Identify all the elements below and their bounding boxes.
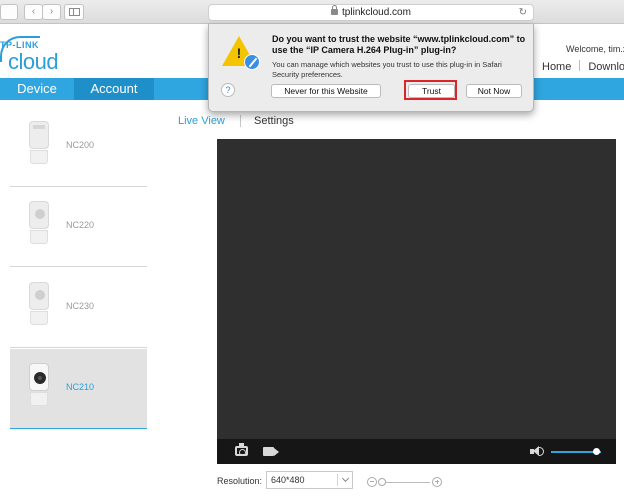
device-label: NC230 <box>66 301 95 311</box>
address-url: tplinkcloud.com <box>342 7 411 18</box>
dialog-message: You can manage which websites you trust … <box>272 60 502 79</box>
warning-icon: ! <box>222 36 260 70</box>
logo-product: cloud <box>8 49 59 74</box>
browser-toolbar: ‹ › tplinkcloud.com ↻ <box>0 0 624 24</box>
resolution-label: Resolution: <box>217 476 263 486</box>
camera-icon <box>28 197 50 249</box>
tplink-cloud-logo[interactable]: TP-LINK cloud <box>0 36 72 74</box>
resolution-select[interactable]: 640*480 <box>266 471 353 489</box>
device-item-nc210[interactable]: NC210 <box>10 349 147 429</box>
sidebar-icon <box>69 8 80 16</box>
dialog-title: Do you want to trust the website “www.tp… <box>272 34 526 55</box>
camera-icon <box>28 117 50 169</box>
plugin-trust-dialog: ! Do you want to trust the website “www.… <box>208 24 534 112</box>
camera-icon <box>28 278 50 330</box>
forward-button[interactable]: › <box>42 4 61 20</box>
select-divider <box>337 474 338 486</box>
snapshot-camera-icon[interactable] <box>235 443 248 456</box>
subtab-settings[interactable]: Settings <box>254 115 294 127</box>
player-control-bar <box>217 439 616 464</box>
device-item-nc220[interactable]: NC220 <box>10 187 147 267</box>
zoom-out-icon[interactable] <box>367 477 377 487</box>
zoom-in-icon[interactable] <box>432 477 442 487</box>
window-controls[interactable] <box>0 4 18 20</box>
help-button[interactable]: ? <box>221 83 235 97</box>
record-video-icon[interactable] <box>263 447 274 456</box>
nav-home-link[interactable]: Home <box>542 61 571 73</box>
subtab-divider <box>240 115 241 127</box>
zoom-slider-handle[interactable] <box>378 478 386 486</box>
zoom-slider[interactable] <box>380 482 430 483</box>
resolution-value: 640*480 <box>271 475 305 485</box>
chevron-left-icon: ‹ <box>31 6 36 17</box>
never-for-this-website-button[interactable]: Never for this Website <box>271 84 381 98</box>
tab-device[interactable]: Device <box>0 78 74 100</box>
top-nav: Home Download <box>542 60 624 73</box>
subtab-live-view[interactable]: Live View <box>178 115 225 127</box>
address-bar[interactable]: tplinkcloud.com ↻ <box>208 4 534 21</box>
live-video-viewport[interactable] <box>217 139 616 439</box>
device-label: NC220 <box>66 220 95 230</box>
reload-icon[interactable]: ↻ <box>519 5 527 20</box>
sidebar-button[interactable] <box>64 4 84 20</box>
chevron-right-icon: › <box>49 6 54 17</box>
nav-download-link[interactable]: Download <box>588 61 624 73</box>
tab-account[interactable]: Account <box>74 78 154 100</box>
back-button[interactable]: ‹ <box>24 4 43 20</box>
device-item-nc200[interactable]: NC200 <box>10 107 147 187</box>
welcome-text: Welcome, tim.xi <box>566 44 624 54</box>
lock-icon <box>331 5 339 15</box>
device-label: NC210 <box>66 382 95 392</box>
camera-icon <box>28 359 50 411</box>
safari-compass-icon <box>244 54 260 70</box>
trust-button-highlight <box>404 80 457 100</box>
device-label: NC200 <box>66 140 95 150</box>
not-now-button[interactable]: Not Now <box>466 84 522 98</box>
chevron-down-icon <box>341 474 350 483</box>
device-item-nc230[interactable]: NC230 <box>10 268 147 348</box>
nav-divider <box>579 60 581 71</box>
volume-slider-handle[interactable] <box>593 448 600 455</box>
